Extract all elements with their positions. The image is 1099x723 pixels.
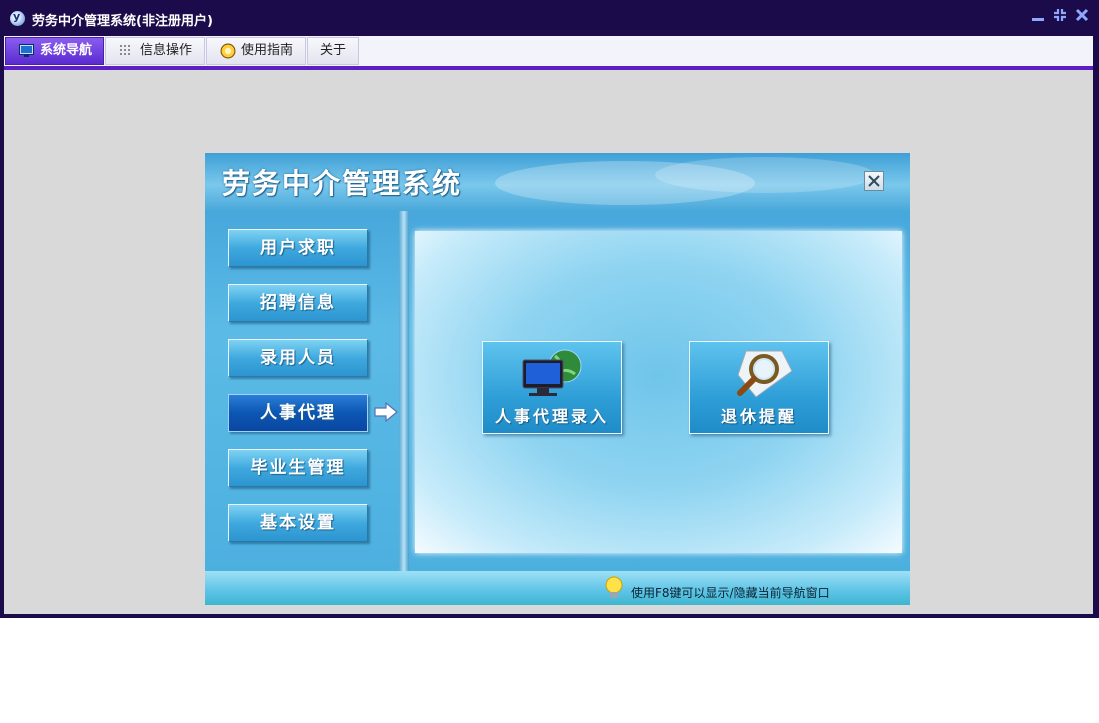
computer-globe-icon	[522, 349, 582, 396]
tile-retirement-reminder[interactable]: 退休提醒	[689, 341, 829, 434]
panel-header: 劳务中介管理系统	[205, 153, 910, 211]
nav-button-recruitment-info[interactable]: 招聘信息	[228, 284, 368, 322]
panel-title: 劳务中介管理系统	[222, 167, 463, 200]
hint-text: 使用F8键可以显示/隐藏当前导航窗口	[631, 586, 830, 600]
restore-icon	[1054, 9, 1066, 21]
nav-button-user-job-seeking[interactable]: 用户求职	[228, 229, 368, 267]
restore-button[interactable]	[1052, 8, 1068, 26]
tab-system-navigation[interactable]: 系统导航	[5, 37, 104, 65]
panel-close-button[interactable]	[864, 171, 884, 191]
tile-personnel-agency-entry[interactable]: 人事代理录入	[482, 341, 622, 434]
title-bar: 劳务中介管理系统(非注册用户)	[0, 0, 1099, 36]
magnifier-document-icon	[737, 350, 793, 398]
close-icon	[1075, 8, 1089, 22]
arrow-right-icon	[374, 402, 398, 422]
monitor-icon	[19, 44, 34, 57]
nav-button-basic-settings[interactable]: 基本设置	[228, 504, 368, 542]
tab-about[interactable]: 关于	[307, 37, 359, 65]
close-button[interactable]	[1074, 8, 1090, 26]
tab-bar: 系统导航 信息操作 使用指南 关于	[4, 36, 1093, 66]
tab-label: 关于	[320, 43, 347, 58]
window-title: 劳务中介管理系统(非注册用户)	[32, 14, 213, 29]
minimize-button[interactable]	[1030, 8, 1046, 26]
action-area: 人事代理录入 退休提醒	[415, 231, 902, 553]
panel-footer: 使用F8键可以显示/隐藏当前导航窗口	[205, 571, 910, 605]
tab-user-guide[interactable]: 使用指南	[206, 37, 306, 65]
app-logo-icon	[10, 10, 25, 26]
tile-label: 退休提醒	[720, 407, 797, 426]
nav-button-personnel-agency[interactable]: 人事代理	[228, 394, 368, 432]
lightbulb-icon	[605, 576, 623, 598]
tab-info-operations[interactable]: 信息操作	[105, 37, 205, 65]
navigation-panel: 劳务中介管理系统 用户求职 招聘信息 录用人员 人事代理 毕业生管理 基本设置 …	[205, 153, 910, 605]
grid-icon	[120, 45, 130, 55]
tab-label: 系统导航	[40, 43, 93, 58]
compass-icon	[220, 43, 236, 59]
close-icon	[868, 175, 880, 187]
panel-divider	[399, 211, 409, 571]
nav-button-graduate-management[interactable]: 毕业生管理	[228, 449, 368, 487]
tile-label: 人事代理录入	[494, 407, 609, 426]
minimize-icon	[1032, 18, 1044, 21]
tab-label: 使用指南	[241, 43, 294, 58]
nav-button-hired-staff[interactable]: 录用人员	[228, 339, 368, 377]
tab-label: 信息操作	[140, 43, 193, 58]
